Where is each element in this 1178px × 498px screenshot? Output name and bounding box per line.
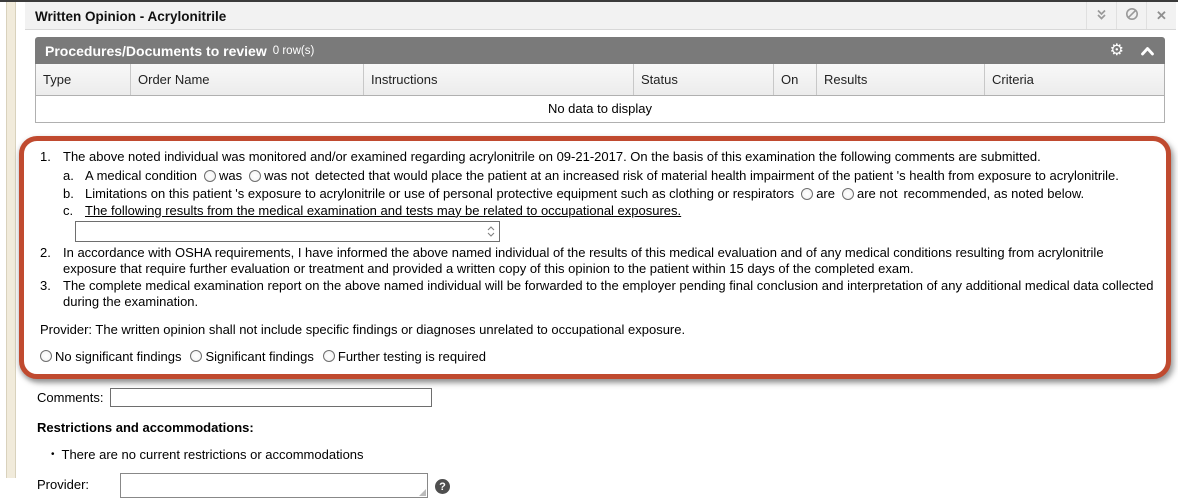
item-3-text: The complete medical examination report … <box>63 278 1154 309</box>
no-data-message: No data to display <box>36 96 1165 123</box>
item-1-text: The above noted individual was monitored… <box>63 149 1154 165</box>
column-header-order-name[interactable]: Order Name <box>131 64 364 96</box>
spinner-up-icon <box>487 226 495 231</box>
bullet-icon: • <box>51 449 55 460</box>
opinion-item-2: 2. In accordance with OSHA requirements,… <box>37 245 1154 276</box>
circle-slash-icon <box>1125 7 1139 24</box>
column-header-criteria[interactable]: Criteria <box>985 64 1165 96</box>
radio-are[interactable] <box>801 188 813 200</box>
column-header-on[interactable]: On <box>774 64 817 96</box>
opinion-item-1a: a. A medical condition was was not detected… <box>63 168 1154 184</box>
column-header-type[interactable]: Type <box>36 64 131 96</box>
restrictions-bullet-text: There are no current restrictions or acc… <box>62 447 364 462</box>
page-title: Written Opinion - Acrylonitrile <box>25 2 1086 29</box>
opinion-item-1b: b. Limitations on this patient 's exposu… <box>63 186 1154 202</box>
collapse-all-button[interactable] <box>1086 2 1116 29</box>
comments-row: Comments: <box>37 388 1176 407</box>
column-header-status[interactable]: Status <box>634 64 774 96</box>
written-opinion-highlight-box: 1. The above noted individual was monito… <box>19 136 1171 379</box>
opinion-item-1c: c. The following results from the medica… <box>63 203 1154 219</box>
radio-was-not[interactable] <box>249 170 261 182</box>
procedures-panel-header: Procedures/Documents to review 0 row(s) … <box>35 37 1165 64</box>
further-testing-label: Further testing is required <box>338 349 486 365</box>
empty-data-row: No data to display <box>36 96 1165 123</box>
item-1c-text: The following results from the medical e… <box>85 203 1154 219</box>
panel-title: Procedures/Documents to review <box>45 43 267 59</box>
item-3-marker: 3. <box>37 278 63 309</box>
window-titlebar: Written Opinion - Acrylonitrile ✕ <box>25 2 1176 30</box>
radio-circle-icon <box>40 350 52 362</box>
help-icon[interactable]: ? <box>435 479 450 494</box>
radio-no-significant-findings[interactable]: No significant findings <box>40 349 181 365</box>
radio-are-not-label[interactable]: are not <box>857 186 897 201</box>
no-significant-findings-label: No significant findings <box>55 349 181 365</box>
double-chevron-down-icon <box>1095 8 1108 24</box>
table-header-row: Type Order Name Instructions Status On R… <box>36 64 1165 96</box>
item-1c-marker: c. <box>63 203 85 219</box>
radio-circle-icon <box>323 350 335 362</box>
opinion-item-1: 1. The above noted individual was monito… <box>37 149 1154 165</box>
radio-are-not[interactable] <box>842 188 854 200</box>
item-1b-suffix: recommended, as noted below. <box>903 186 1084 201</box>
radio-circle-icon <box>190 350 202 362</box>
opinion-item-3: 3. The complete medical examination repo… <box>37 278 1154 309</box>
radio-was[interactable] <box>204 170 216 182</box>
comments-input[interactable] <box>110 388 432 407</box>
spinner-down-icon <box>487 232 495 237</box>
item-1a-marker: a. <box>63 168 85 184</box>
provider-row: Provider: ? <box>37 473 1176 498</box>
chevron-up-icon[interactable] <box>1140 46 1155 56</box>
provider-label: Provider: <box>37 473 120 492</box>
close-icon: ✕ <box>1156 8 1167 24</box>
item-2-text: In accordance with OSHA requirements, I … <box>63 245 1154 276</box>
main-content: Written Opinion - Acrylonitrile ✕ Proced… <box>25 2 1176 498</box>
exam-results-input[interactable] <box>75 221 500 242</box>
item-2-marker: 2. <box>37 245 63 276</box>
restrictions-heading: Restrictions and accommodations: <box>37 420 1176 435</box>
item-1a-suffix: detected that would place the patient at… <box>315 168 1119 183</box>
provider-input[interactable] <box>120 473 428 498</box>
sidebar-strip <box>6 2 16 478</box>
spinner-control[interactable] <box>485 222 497 241</box>
item-1-marker: 1. <box>37 149 63 165</box>
close-button[interactable]: ✕ <box>1146 2 1176 29</box>
significant-findings-label: Significant findings <box>205 349 313 365</box>
findings-radio-group: No significant findings Significant find… <box>40 349 1154 365</box>
radio-was-label[interactable]: was <box>219 168 242 183</box>
gear-icon[interactable]: ⚙ <box>1110 43 1124 59</box>
column-header-results[interactable]: Results <box>817 64 985 96</box>
radio-significant-findings[interactable]: Significant findings <box>190 349 313 365</box>
item-1b-marker: b. <box>63 186 85 202</box>
radio-was-not-label[interactable]: was not <box>264 168 309 183</box>
column-header-instructions[interactable]: Instructions <box>364 64 634 96</box>
procedures-panel: Procedures/Documents to review 0 row(s) … <box>35 37 1165 123</box>
procedures-table: Type Order Name Instructions Status On R… <box>35 64 1165 123</box>
radio-are-label[interactable]: are <box>816 186 835 201</box>
cancel-button[interactable] <box>1116 2 1146 29</box>
item-1a-prefix: A medical condition <box>85 168 197 183</box>
item-1b-prefix: Limitations on this patient 's exposure … <box>85 186 794 201</box>
comments-label: Comments: <box>37 390 103 405</box>
restrictions-bullet-item: • There are no current restrictions or a… <box>51 447 1176 462</box>
provider-note: Provider: The written opinion shall not … <box>40 322 1154 338</box>
row-count-label: 0 row(s) <box>273 45 315 57</box>
radio-further-testing[interactable]: Further testing is required <box>323 349 486 365</box>
resize-grip-icon[interactable] <box>419 489 426 496</box>
